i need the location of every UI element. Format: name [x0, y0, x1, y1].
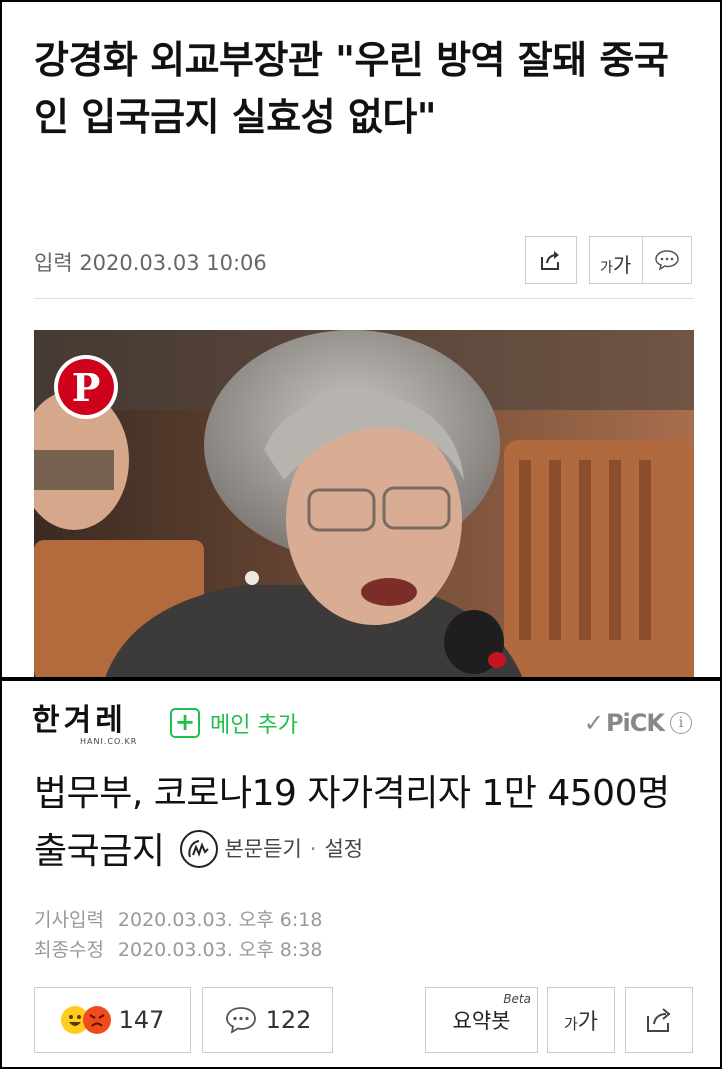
article-panel-bottom: 한겨레 HANI.CO.KR + 메인 추가 ✓ PiCK i 법무부, 코로나… [0, 679, 722, 1069]
add-to-main-button[interactable]: + 메인 추가 [170, 707, 298, 739]
add-to-main-label: 메인 추가 [210, 713, 298, 738]
comment-icon[interactable] [654, 248, 680, 272]
photo-illustration [34, 330, 694, 677]
pick-badge[interactable]: ✓ PiCK i [584, 709, 692, 737]
divider [642, 237, 643, 283]
settings-button[interactable]: 설정 [324, 820, 363, 878]
pinterest-icon: P [58, 359, 114, 415]
reaction-button[interactable]: 147 [34, 987, 191, 1053]
press-logo-sub: HANI.CO.KR [80, 737, 138, 746]
listen-button[interactable]: 본문듣기 [224, 820, 301, 878]
pinterest-button[interactable]: P [54, 355, 118, 419]
modified-time: 2020.03.03. 오후 8:38 [117, 939, 323, 961]
divider [34, 298, 694, 299]
share-button[interactable] [625, 987, 693, 1053]
summary-bot-label: 요약봇 [452, 1009, 511, 1033]
article-title: 법무부, 코로나19 자가격리자 1만 4500명 출국금지 본문듣기 · 설정 [34, 765, 684, 882]
reaction-count: 147 [118, 1006, 165, 1034]
comment-button[interactable]: 122 [202, 987, 333, 1053]
summary-bot-button[interactable]: 요약봇 Beta [425, 987, 538, 1053]
plus-icon: + [170, 708, 200, 738]
published-info: 기사입력 2020.03.03. 오후 6:18 [34, 905, 322, 932]
angry-emoji-icon [82, 1006, 111, 1034]
separator: · [309, 837, 317, 861]
info-icon[interactable]: i [670, 712, 692, 734]
font-size-button[interactable]: 가가 [547, 987, 615, 1053]
check-icon: ✓ [583, 709, 604, 737]
audio-icon[interactable] [180, 830, 219, 868]
published-label: 기사입력 [34, 909, 104, 931]
listen-controls: 본문듣기 · 설정 [180, 820, 363, 878]
article-photo [34, 330, 694, 677]
share-button[interactable] [525, 236, 577, 284]
font-size-button[interactable]: 가가 [600, 249, 631, 278]
font-size-label: 가가 [563, 1010, 599, 1035]
headline: 강경화 외교부장관 "우린 방역 잘돼 중국인 입국금지 실효성 없다" [34, 38, 669, 139]
published-time: 2020.03.03. 오후 6:18 [117, 909, 323, 931]
article-panel-top: 강경화 외교부장관 "우린 방역 잘돼 중국인 입국금지 실효성 없다" 입력 … [0, 0, 722, 679]
publish-date: 입력 2020.03.03 10:06 [34, 251, 267, 275]
font-size-comment-group: 가가 [589, 236, 692, 284]
modified-info: 최종수정 2020.03.03. 오후 8:38 [34, 935, 322, 962]
modified-label: 최종수정 [34, 939, 104, 961]
comment-count: 122 [265, 1006, 312, 1034]
press-logo[interactable]: 한겨레 HANI.CO.KR [32, 703, 138, 747]
beta-badge: Beta [503, 992, 531, 1006]
press-logo-text: 한겨레 [32, 703, 127, 738]
share-icon [647, 1008, 671, 1032]
comment-icon [225, 1007, 256, 1034]
pick-label: PiCK [605, 709, 665, 737]
share-icon [541, 251, 559, 270]
